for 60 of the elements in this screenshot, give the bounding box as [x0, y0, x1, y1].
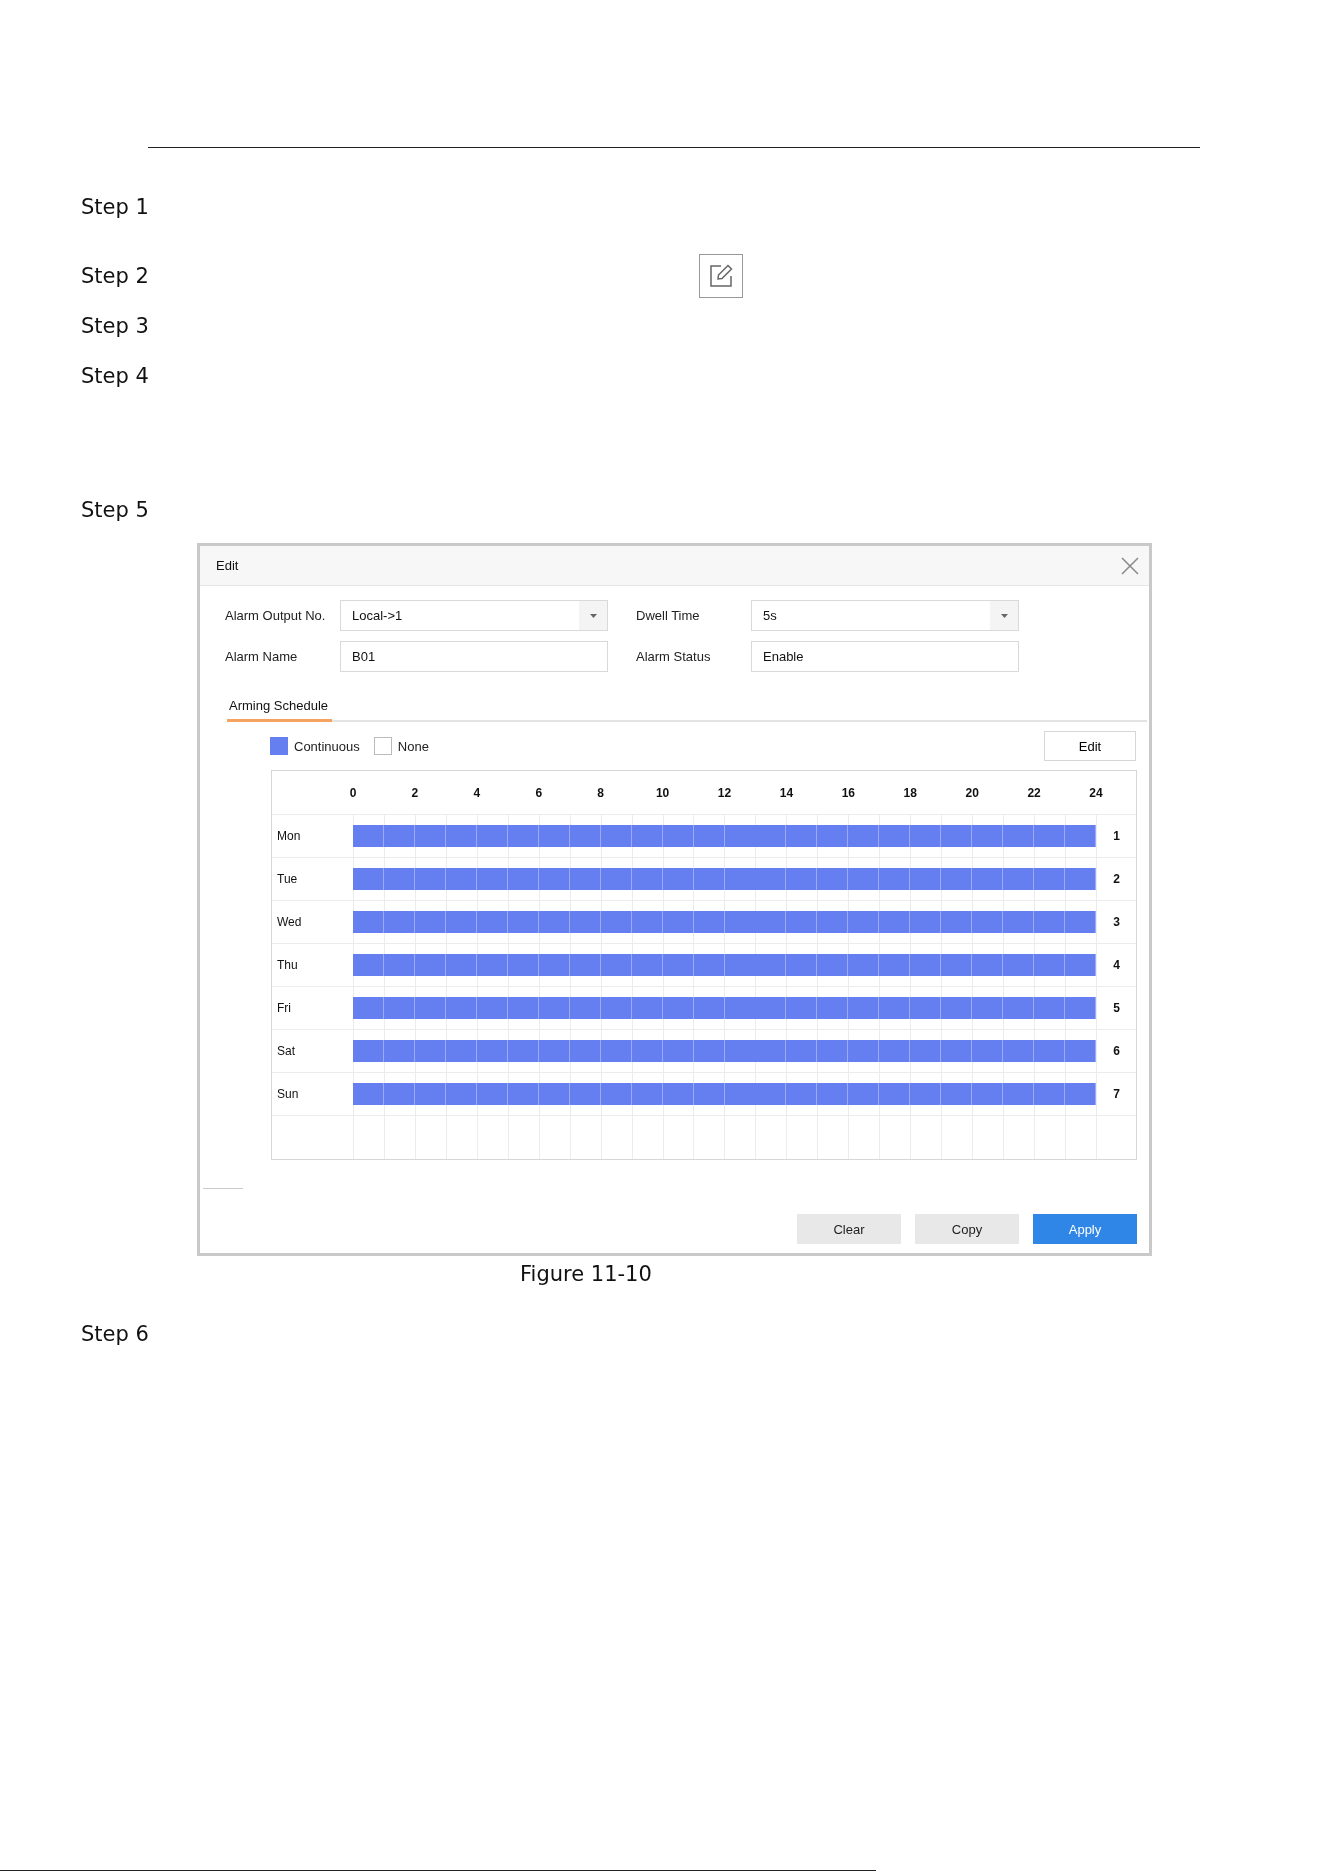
legend-label: None	[397, 738, 429, 754]
day-number: 5	[1113, 1001, 1120, 1015]
hour-label: 2	[411, 786, 419, 800]
day-label: Wed	[277, 915, 302, 929]
primary-button[interactable]: Apply	[1033, 1214, 1137, 1244]
day-number: 3	[1113, 915, 1120, 929]
hour-label: 4	[473, 786, 481, 800]
secondary-button[interactable]: Copy	[915, 1214, 1019, 1244]
close-button[interactable]	[1119, 554, 1141, 577]
day-number: 7	[1113, 1087, 1120, 1101]
day-label: Tue	[277, 872, 298, 886]
step-label: Step 4	[81, 364, 149, 388]
day-number: 2	[1113, 872, 1120, 886]
day-number: 1	[1113, 829, 1120, 843]
day-number: 4	[1113, 958, 1120, 972]
day-label: Thu	[277, 958, 298, 972]
schedule-bar[interactable]	[353, 825, 1096, 847]
day-label: Mon	[277, 829, 301, 843]
text-field[interactable]: Enable	[751, 641, 1019, 672]
field-label: Alarm Output No.	[225, 608, 327, 623]
field-label: Alarm Status	[636, 649, 712, 664]
field-label: Alarm Name	[225, 649, 299, 664]
secondary-button[interactable]: Clear	[797, 1214, 901, 1244]
day-label: Fri	[277, 1001, 291, 1015]
dropdown-field[interactable]: 5s	[751, 600, 1019, 631]
step-label: Step 2	[81, 264, 149, 288]
edit-button[interactable]: Edit	[1044, 731, 1136, 761]
hour-label: 24	[1089, 786, 1103, 800]
hour-label: 8	[597, 786, 604, 800]
dropdown-field[interactable]: Local->1	[340, 600, 608, 631]
schedule-bar[interactable]	[353, 1040, 1096, 1062]
schedule-bar[interactable]	[353, 997, 1096, 1019]
hour-label: 10	[655, 786, 670, 800]
text-field[interactable]: B01	[340, 641, 608, 672]
day-number: 6	[1113, 1044, 1120, 1058]
hour-label: 20	[965, 786, 979, 800]
caret-icon	[589, 613, 597, 618]
hour-label: 6	[535, 786, 543, 800]
step-label: Step 5	[81, 498, 149, 522]
step-label: Step 6	[81, 1322, 149, 1346]
schedule-bar[interactable]	[353, 911, 1096, 933]
day-label: Sun	[277, 1087, 299, 1101]
legend-label: Continuous	[294, 738, 360, 754]
figure-caption: Figure 11-10	[520, 1262, 653, 1286]
hour-label: 16	[841, 786, 855, 800]
step-label: Step 1	[81, 195, 149, 219]
hour-label: 22	[1027, 786, 1041, 800]
caret-icon	[1000, 613, 1008, 618]
field-label: Dwell Time	[636, 608, 701, 623]
schedule-bar[interactable]	[353, 868, 1096, 890]
schedule-bar[interactable]	[353, 1083, 1096, 1105]
hour-label: 0	[349, 786, 357, 800]
day-label: Sat	[277, 1044, 295, 1058]
hour-label: 14	[779, 786, 794, 800]
step-label: Step 3	[81, 314, 149, 338]
dialog-title: Edit	[216, 558, 239, 573]
schedule-bar[interactable]	[353, 954, 1096, 976]
tab[interactable]: Arming Schedule	[227, 698, 332, 722]
hour-label: 12	[717, 786, 732, 800]
hour-label: 18	[903, 786, 917, 800]
